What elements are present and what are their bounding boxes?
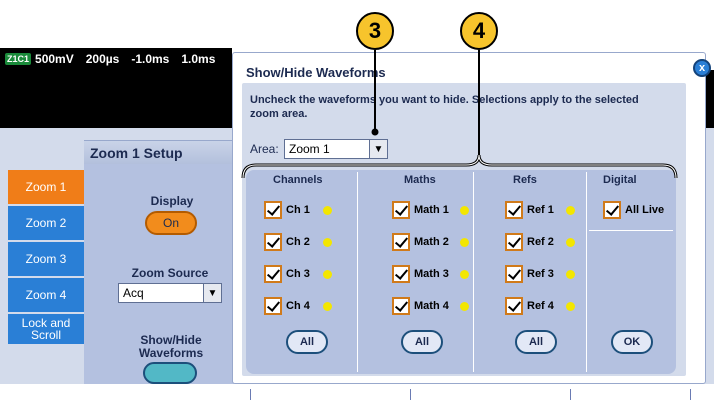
zoom-source-value: Acq — [123, 286, 144, 300]
scope-status-bar: Z1C1 500mV 200µs -1.0ms 1.0ms — [0, 48, 232, 70]
math4-checkbox[interactable] — [392, 297, 410, 315]
tab-zoom-4[interactable]: Zoom 4 — [8, 278, 84, 314]
ch1-checkbox[interactable] — [264, 201, 282, 219]
ch3-label: Ch 3 — [286, 268, 310, 280]
tab-zoom-2[interactable]: Zoom 2 — [8, 206, 84, 242]
ref1-indicator — [566, 206, 575, 215]
all-live-checkbox[interactable] — [603, 201, 621, 219]
math4-label: Math 4 — [414, 300, 449, 312]
math1-checkbox[interactable] — [392, 201, 410, 219]
maths-all-button[interactable]: All — [401, 330, 443, 354]
chevron-down-icon: ▼ — [203, 284, 221, 302]
refs-header: Refs — [513, 174, 537, 186]
tab-zoom-1[interactable]: Zoom 1 — [8, 170, 84, 206]
ch2-indicator — [323, 238, 332, 247]
column-divider — [357, 172, 358, 372]
ref4-indicator — [566, 302, 575, 311]
math3-indicator — [460, 270, 469, 279]
ref3-label: Ref 3 — [527, 268, 554, 280]
ch3-indicator — [323, 270, 332, 279]
volts-per-div: 500mV — [35, 52, 74, 66]
ruler-tick — [690, 389, 691, 400]
callout-3: 3 — [356, 12, 394, 50]
ref2-label: Ref 2 — [527, 236, 554, 248]
ch2-checkbox[interactable] — [264, 233, 282, 251]
column-divider — [586, 172, 587, 372]
area-label: Area: — [250, 142, 279, 156]
digital-header: Digital — [603, 174, 637, 186]
math1-indicator — [460, 206, 469, 215]
math2-indicator — [460, 238, 469, 247]
show-hide-waveforms-label: Show/Hide Waveforms — [138, 333, 204, 360]
maths-header: Maths — [404, 174, 436, 186]
ref2-indicator — [566, 238, 575, 247]
math1-label: Math 1 — [414, 204, 449, 216]
ch4-label: Ch 4 — [286, 300, 310, 312]
ruler-tick — [570, 389, 571, 400]
tab-zoom-3[interactable]: Zoom 3 — [8, 242, 84, 278]
bottom-ruler — [0, 384, 714, 400]
math2-checkbox[interactable] — [392, 233, 410, 251]
close-button[interactable]: x — [693, 59, 711, 77]
math2-label: Math 2 — [414, 236, 449, 248]
ref1-label: Ref 1 — [527, 204, 554, 216]
ref4-checkbox[interactable] — [505, 297, 523, 315]
math3-label: Math 3 — [414, 268, 449, 280]
close-icon: x — [698, 62, 706, 74]
ref4-label: Ref 4 — [527, 300, 554, 312]
channels-header: Channels — [273, 174, 323, 186]
dialog-instruction: Uncheck the waveforms you want to hide. … — [250, 94, 639, 120]
digital-divider — [589, 230, 673, 231]
ref2-checkbox[interactable] — [505, 233, 523, 251]
ref3-indicator — [566, 270, 575, 279]
ref3-checkbox[interactable] — [505, 265, 523, 283]
zoom-setup-title: Zoom 1 Setup — [84, 140, 254, 164]
chevron-down-icon: ▼ — [369, 140, 387, 158]
all-live-label: All Live — [625, 204, 665, 216]
zoom-source-select[interactable]: Acq ▼ — [118, 283, 222, 303]
time-per-div: 200µs — [85, 52, 120, 66]
display-label: Display — [150, 194, 194, 208]
column-divider — [473, 172, 474, 372]
ch4-indicator — [323, 302, 332, 311]
channels-all-button[interactable]: All — [286, 330, 328, 354]
callout-4: 4 — [460, 12, 498, 50]
dialog-title: Show/Hide Waveforms — [246, 65, 386, 80]
ch3-checkbox[interactable] — [264, 265, 282, 283]
ch1-indicator — [323, 206, 332, 215]
tab-lock-and-scroll[interactable]: Lock and Scroll — [8, 314, 84, 346]
math3-checkbox[interactable] — [392, 265, 410, 283]
ok-button[interactable]: OK — [611, 330, 653, 354]
math4-indicator — [460, 302, 469, 311]
ch4-checkbox[interactable] — [264, 297, 282, 315]
show-hide-waveforms-button[interactable] — [143, 362, 197, 384]
ch2-label: Ch 2 — [286, 236, 310, 248]
zoom-position: 1.0ms — [181, 52, 216, 66]
zoom-delay: -1.0ms — [131, 52, 170, 66]
ref1-checkbox[interactable] — [505, 201, 523, 219]
refs-all-button[interactable]: All — [515, 330, 557, 354]
zoom-channel-tag: Z1C1 — [5, 53, 32, 65]
ch1-label: Ch 1 — [286, 204, 310, 216]
area-select[interactable]: Zoom 1 ▼ — [284, 139, 388, 159]
ruler-tick — [410, 389, 411, 400]
ruler-tick — [250, 389, 251, 400]
zoom-source-label: Zoom Source — [131, 266, 209, 280]
area-value: Zoom 1 — [289, 142, 330, 156]
display-toggle-button[interactable]: On — [145, 211, 197, 235]
